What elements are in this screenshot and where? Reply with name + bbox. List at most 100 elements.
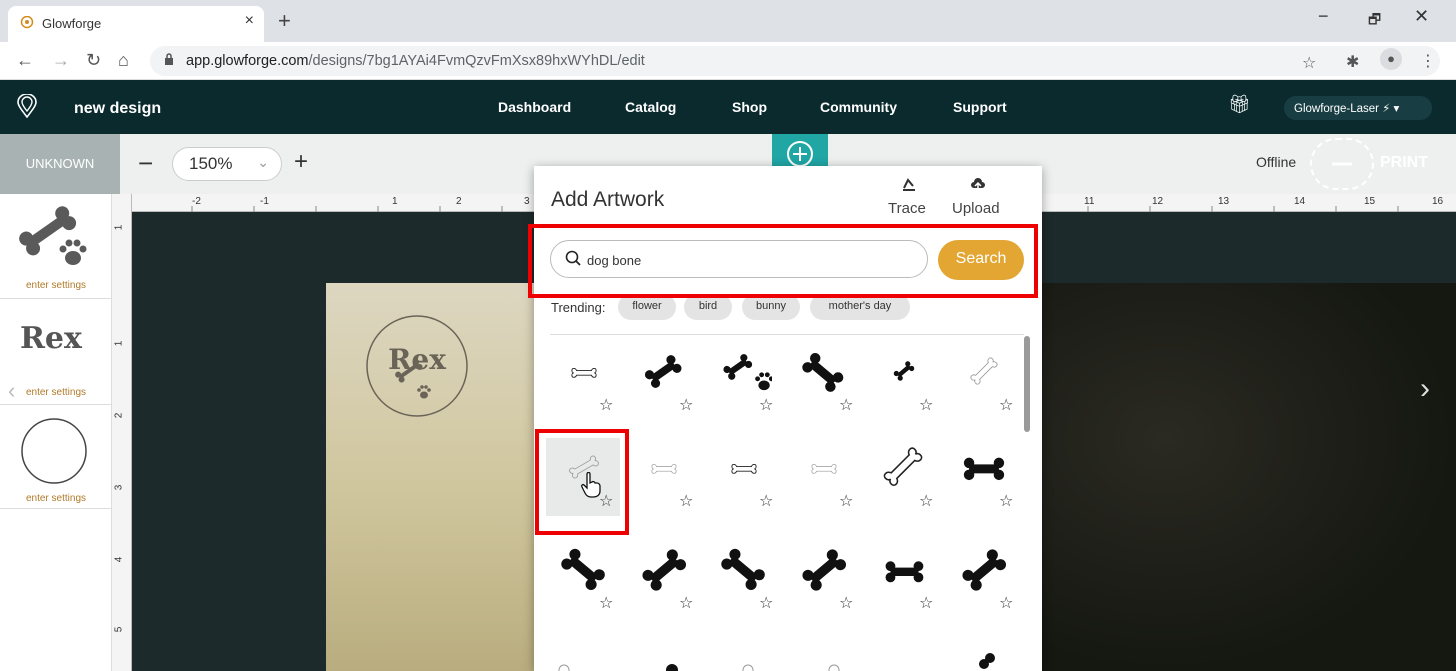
tab-close-icon[interactable]: ×	[245, 12, 254, 30]
glowforge-logo-icon[interactable]	[16, 94, 38, 118]
upload-button[interactable]: Upload	[948, 166, 1012, 220]
artwork-result[interactable]: ☆	[866, 438, 940, 516]
back-arrow-icon[interactable]: ←	[16, 50, 34, 71]
sidebar-item-bone-paw[interactable]: enter settings	[0, 194, 112, 299]
artwork-result[interactable]: ☆	[706, 540, 780, 618]
chevron-right-icon[interactable]: ›	[1420, 372, 1430, 406]
artwork-result[interactable]: ☆	[866, 540, 940, 618]
profile-avatar-icon[interactable]: ●	[1380, 48, 1402, 70]
favorite-star-icon[interactable]: ☆	[759, 395, 773, 415]
home-icon[interactable]: ⌂	[118, 50, 129, 71]
favorite-star-icon[interactable]: ☆	[839, 395, 853, 415]
artwork-result[interactable]: ☆	[786, 540, 860, 618]
extensions-puzzle-icon[interactable]: ✱	[1346, 52, 1359, 72]
enter-settings-link[interactable]: enter settings	[0, 280, 112, 291]
artwork-result[interactable]: ☆	[786, 438, 860, 516]
ruler-label: 4	[113, 556, 125, 563]
artwork-result[interactable]: ☆	[786, 342, 860, 420]
window-close-button[interactable]: ✕	[1414, 6, 1429, 27]
nav-shop[interactable]: Shop	[732, 99, 767, 115]
nav-support[interactable]: Support	[953, 99, 1007, 115]
app-header: new design Dashboard Catalog Shop Commun…	[0, 80, 1456, 134]
favorite-star-icon[interactable]: ☆	[999, 593, 1013, 613]
zoom-out-button[interactable]: −	[138, 148, 153, 179]
zoom-in-button[interactable]: +	[294, 148, 308, 176]
favorite-star-icon[interactable]: ☆	[839, 593, 853, 613]
outline-bone-icon	[796, 442, 852, 492]
solid-bone-icon	[716, 544, 772, 594]
favorite-star-icon[interactable]: ☆	[599, 395, 613, 415]
material-bed-dark-area	[1040, 283, 1456, 671]
favorite-star-icon[interactable]: ☆	[839, 491, 853, 511]
artwork-result[interactable]: ☆	[546, 342, 620, 420]
favorite-star-icon[interactable]: ☆	[999, 395, 1013, 415]
ruler-label: 2	[113, 412, 125, 419]
artwork-result[interactable]: ☆	[866, 342, 940, 420]
artwork-sidebar: enter settings Rex enter settings enter …	[0, 194, 112, 671]
artwork-result[interactable]: ☆	[626, 342, 700, 420]
artwork-result[interactable]: ☆	[946, 438, 1020, 516]
gift-icon[interactable]: 🎁︎	[1228, 94, 1251, 115]
minus-icon	[1332, 162, 1352, 166]
favorite-star-icon[interactable]: ☆	[679, 395, 693, 415]
ruler-label: 5	[113, 626, 125, 633]
favorite-star-icon[interactable]: ☆	[679, 491, 693, 511]
url-bar[interactable]: app.glowforge.com/designs/7bg1AYAi4FvmQz…	[150, 46, 1440, 76]
artwork-result[interactable]: ☆	[946, 342, 1020, 420]
results-scrollbar[interactable]	[1024, 336, 1030, 432]
favorite-star-icon[interactable]: ☆	[919, 395, 933, 415]
collapse-sidebar-chevron-icon[interactable]: ‹	[8, 378, 15, 404]
favorite-star-icon[interactable]: ☆	[759, 593, 773, 613]
print-indicator[interactable]	[1310, 138, 1374, 190]
ruler-label: 11	[1084, 196, 1095, 207]
material-button[interactable]: UNKNOWN	[0, 134, 120, 194]
zoom-select[interactable]: 150% ⌄	[172, 147, 282, 181]
sketch-bone-icon	[956, 346, 1012, 396]
nav-community[interactable]: Community	[820, 99, 897, 115]
ruler-label: 1	[113, 340, 125, 347]
trace-label: Trace	[888, 200, 926, 217]
trace-button[interactable]: Trace	[884, 166, 934, 220]
small-solid-bone-icon	[876, 346, 932, 396]
favorite-star-icon[interactable]: ☆	[999, 491, 1013, 511]
add-artwork-button[interactable]	[772, 134, 828, 170]
nav-catalog[interactable]: Catalog	[625, 99, 676, 115]
artwork-result[interactable]: ☆	[946, 540, 1020, 618]
favorite-star-icon[interactable]: ☆	[919, 593, 933, 613]
favorite-star-icon[interactable]: ☆	[599, 593, 613, 613]
browser-tab[interactable]: Glowforge ×	[8, 6, 264, 42]
restore-button[interactable]: 🗗	[1368, 9, 1381, 33]
reload-icon[interactable]: ↻	[86, 50, 101, 71]
trace-icon	[903, 178, 915, 191]
enter-settings-link[interactable]: enter settings	[0, 493, 112, 504]
sidebar-item-rex[interactable]: Rex enter settings	[0, 299, 112, 405]
nav-dashboard[interactable]: Dashboard	[498, 99, 571, 115]
chrome-menu-icon[interactable]: ⋮	[1420, 51, 1436, 71]
print-button[interactable]: PRINT	[1380, 154, 1428, 172]
artwork-result[interactable]: ☆	[626, 540, 700, 618]
new-tab-button[interactable]: +	[278, 8, 291, 34]
artwork-result[interactable]: ☆	[546, 540, 620, 618]
outline-bone-bold-icon	[716, 442, 772, 492]
favorite-star-icon[interactable]: ☆	[919, 491, 933, 511]
ruler-label: 3	[113, 484, 125, 491]
artwork-result[interactable]: ☆	[626, 438, 700, 516]
ruler-label: 1	[392, 196, 398, 207]
outline-bone-large-icon	[876, 442, 932, 492]
sidebar-item-circle[interactable]: enter settings	[0, 405, 112, 509]
address-bar-row: ← → ↻ ⌂ app.glowforge.com/designs/7bg1AY…	[0, 42, 1456, 80]
forward-arrow-icon[interactable]: →	[52, 50, 70, 71]
design-name[interactable]: new design	[74, 100, 161, 118]
zoom-value: 150%	[189, 154, 233, 173]
artwork-result[interactable]: ☆	[706, 342, 780, 420]
favorite-star-icon[interactable]: ☆	[679, 593, 693, 613]
machine-selector[interactable]: Glowforge-Laser ⚡ ▾	[1284, 96, 1432, 120]
ruler-label: 3	[524, 196, 530, 207]
enter-settings-link[interactable]: enter settings	[0, 387, 112, 398]
divider	[550, 334, 1024, 335]
bookmark-star-icon[interactable]: ☆	[1302, 53, 1316, 73]
artwork-result[interactable]: ☆	[706, 438, 780, 516]
favorite-star-icon[interactable]: ☆	[759, 491, 773, 511]
vertical-ruler: 1 1 2 3 4 5	[112, 194, 132, 671]
minimize-button[interactable]: −	[1318, 6, 1329, 27]
